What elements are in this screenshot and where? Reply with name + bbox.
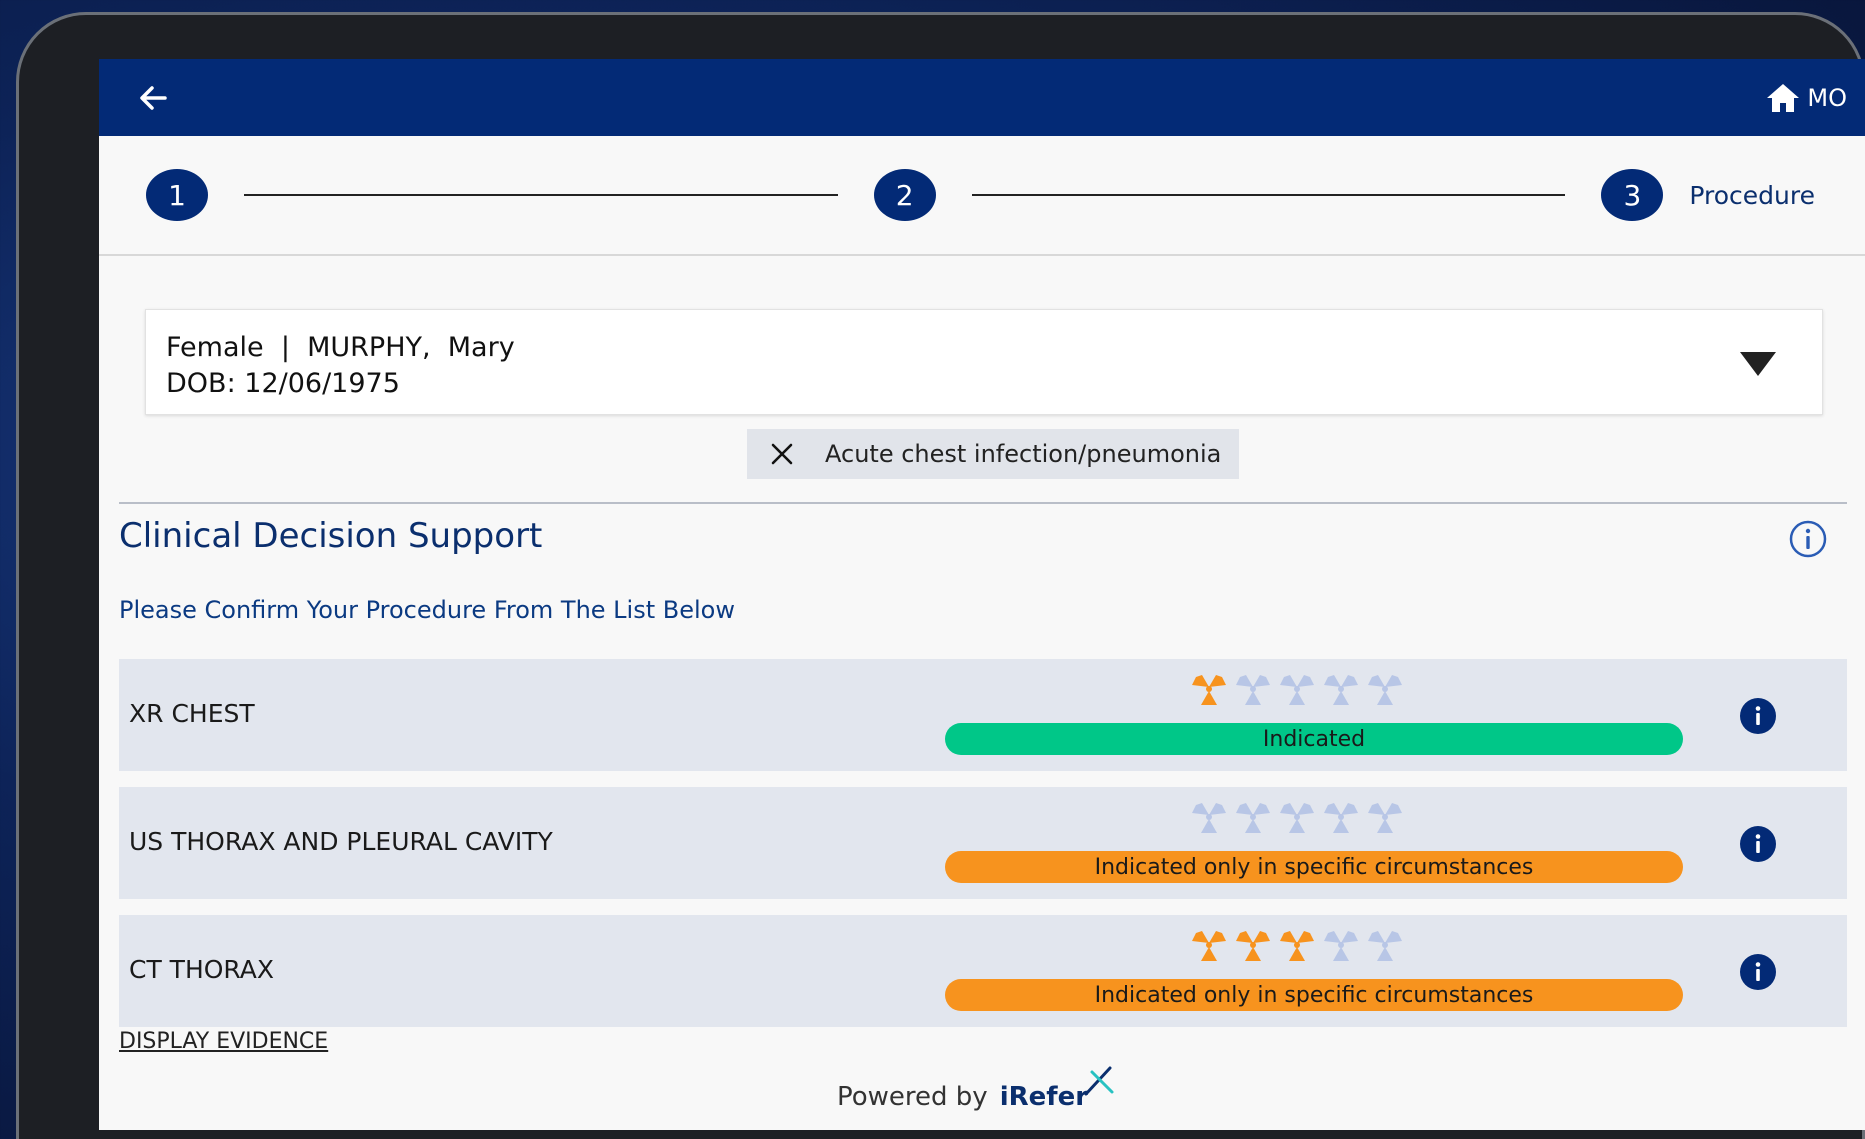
irefer-x-icon — [1084, 1066, 1114, 1096]
radiation-icon — [1236, 803, 1270, 833]
patient-separator: | — [280, 332, 290, 363]
procedure-row-xr-chest[interactable]: XR CHEST Indicated — [119, 659, 1847, 771]
radiation-dose-indicator — [1188, 801, 1406, 835]
status-badge: Indicated only in specific circumstances — [945, 851, 1683, 883]
radiation-icon — [1192, 675, 1226, 705]
radiation-icon — [1324, 675, 1358, 705]
step-1[interactable]: 1 — [146, 169, 208, 221]
patient-dob-line: DOB: 12/06/1975 — [166, 366, 1802, 402]
radiation-icon — [1192, 803, 1226, 833]
info-icon[interactable] — [1739, 825, 1777, 863]
app-screen: MO 1 2 3 Procedure Female | MURPHY, Mary… — [99, 59, 1865, 1130]
powered-by-text: Powered by — [837, 1082, 988, 1112]
step-3[interactable]: 3 — [1601, 169, 1664, 221]
condition-chip: Acute chest infection/pneumonia — [747, 429, 1239, 479]
radiation-dose-indicator — [1188, 673, 1406, 707]
info-outline-icon[interactable] — [1788, 519, 1828, 559]
radiation-dose-indicator — [1188, 929, 1406, 963]
patient-selector[interactable]: Female | MURPHY, Mary DOB: 12/06/1975 — [145, 309, 1823, 415]
step-3-label: Procedure — [1689, 180, 1815, 210]
info-icon[interactable] — [1739, 953, 1777, 991]
step-connector — [971, 194, 1566, 196]
radiation-icon — [1368, 675, 1402, 705]
procedure-name: XR CHEST — [129, 699, 255, 728]
patient-name: MURPHY, Mary — [307, 332, 515, 363]
radiation-icon — [1324, 931, 1358, 961]
section-divider — [119, 502, 1847, 504]
caret-down-icon[interactable] — [1738, 350, 1778, 378]
procedure-row-ct-thorax[interactable]: CT THORAX Indicated only in specific cir… — [119, 915, 1847, 1027]
radiation-icon — [1192, 931, 1226, 961]
step-connector — [244, 194, 838, 196]
step-2[interactable]: 2 — [873, 169, 936, 221]
home-icon[interactable] — [1765, 82, 1801, 114]
radiation-icon — [1280, 675, 1314, 705]
patient-dob: 12/06/1975 — [244, 368, 400, 399]
procedure-row-us-thorax[interactable]: US THORAX AND PLEURAL CAVITY Indicated o… — [119, 787, 1847, 899]
irefer-logo: iRefer — [999, 1066, 1114, 1112]
radiation-icon — [1280, 931, 1314, 961]
status-badge: Indicated only in specific circumstances — [945, 979, 1683, 1011]
radiation-icon — [1236, 931, 1270, 961]
patient-name-line: Female | MURPHY, Mary — [166, 330, 1802, 366]
radiation-icon — [1324, 803, 1358, 833]
tablet-frame: MO 1 2 3 Procedure Female | MURPHY, Mary… — [16, 12, 1865, 1139]
arrow-left-icon[interactable] — [135, 80, 171, 116]
procedure-name: US THORAX AND PLEURAL CAVITY — [129, 827, 553, 856]
radiation-icon — [1368, 803, 1402, 833]
info-icon[interactable] — [1739, 697, 1777, 735]
radiation-icon — [1236, 675, 1270, 705]
radiation-icon — [1280, 803, 1314, 833]
brand-name: iRefer — [999, 1082, 1089, 1112]
close-icon[interactable] — [769, 441, 795, 467]
user-initials[interactable]: MO — [1807, 84, 1847, 112]
procedure-name: CT THORAX — [129, 955, 275, 984]
home-user-group[interactable]: MO — [1765, 82, 1847, 114]
status-badge: Indicated — [945, 723, 1683, 755]
patient-gender: Female — [166, 332, 264, 363]
powered-by-footer: Powered by iRefer — [837, 1066, 1114, 1112]
condition-label: Acute chest infection/pneumonia — [825, 440, 1222, 468]
display-evidence-link[interactable]: DISPLAY EVIDENCE — [119, 1029, 328, 1054]
radiation-icon — [1368, 931, 1402, 961]
dob-label: DOB: — [166, 368, 236, 399]
progress-stepper: 1 2 3 Procedure — [99, 136, 1865, 256]
top-bar: MO — [99, 59, 1865, 136]
section-subtitle: Please Confirm Your Procedure From The L… — [119, 596, 735, 624]
section-title: Clinical Decision Support — [119, 516, 543, 556]
